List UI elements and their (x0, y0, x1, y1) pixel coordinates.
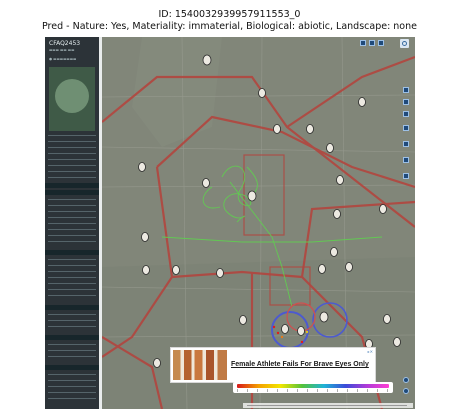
flight-callsign: CFAQ2453 (49, 40, 81, 47)
altitude-legend (233, 382, 393, 393)
aircraft-photo-placeholder (49, 67, 95, 131)
altitude-scale-ticks (237, 389, 389, 392)
map-tool-icon[interactable] (403, 87, 409, 93)
detail-row (48, 205, 96, 207)
detail-row (48, 259, 96, 261)
panel-section-header[interactable] (45, 190, 99, 195)
altitude-color-scale (237, 384, 389, 388)
flight-subtitle: ▬▬▬ ▬▬ ▬▬ (49, 48, 75, 52)
map-tool-icon[interactable] (403, 99, 409, 105)
ad-close-icon[interactable]: ▸✕ (368, 349, 373, 354)
search-icon[interactable] (400, 39, 409, 48)
detail-row (48, 314, 96, 316)
panel-section-header[interactable] (45, 335, 99, 340)
prediction-caption: Pred - Nature: Yes, Materiality: immater… (42, 21, 417, 32)
ad-headline[interactable]: Female Athlete Fails For Brave Eyes Only (231, 361, 369, 368)
detail-row (48, 141, 96, 143)
flight-map[interactable]: Female Athlete Fails For Brave Eyes Only… (102, 37, 415, 409)
panel-section-header[interactable] (45, 305, 99, 310)
advertisement-banner[interactable]: Female Athlete Fails For Brave Eyes Only… (170, 347, 376, 383)
flight-owner[interactable]: ● ▬▬▬▬▬▬▬ (49, 57, 76, 61)
zoom-out-icon[interactable] (403, 388, 409, 394)
detail-row (48, 380, 96, 382)
map-tool-icon[interactable] (403, 173, 409, 179)
detail-row (48, 135, 96, 137)
layers-icon[interactable] (360, 40, 366, 46)
panel-section-header[interactable] (45, 250, 99, 255)
panel-section-header[interactable] (45, 183, 99, 188)
photo-placeholder-shape (55, 79, 89, 113)
zoom-in-icon[interactable] (403, 377, 409, 383)
detail-row (48, 271, 96, 273)
detail-row (48, 326, 96, 328)
ad-thumbnail[interactable] (173, 350, 227, 380)
detail-row (48, 153, 96, 155)
detail-row (48, 217, 96, 219)
detail-row (48, 386, 96, 388)
image-id-caption: ID: 1540032939957911553_0 (158, 9, 301, 20)
detail-row (48, 165, 96, 167)
detail-row (48, 159, 96, 161)
detail-row (48, 344, 96, 346)
map-tool-icon[interactable] (403, 157, 409, 163)
detail-row (48, 177, 96, 179)
map-attribution (243, 403, 413, 408)
detail-row (48, 147, 96, 149)
detail-row (48, 223, 96, 225)
settings-icon[interactable] (378, 40, 384, 46)
detail-row (48, 350, 96, 352)
detail-row (48, 356, 96, 358)
detail-row (48, 171, 96, 173)
map-tool-icon[interactable] (403, 141, 409, 147)
flight-detail-panel: CFAQ2453 ▬▬▬ ▬▬ ▬▬ ● ▬▬▬▬▬▬▬ (45, 37, 99, 409)
detail-row (48, 295, 96, 297)
panel-section-header[interactable] (45, 365, 99, 370)
detail-row (48, 289, 96, 291)
detail-row (48, 320, 96, 322)
screenshot-frame: CFAQ2453 ▬▬▬ ▬▬ ▬▬ ● ▬▬▬▬▬▬▬ Female Athl… (45, 37, 415, 409)
detail-row (48, 374, 96, 376)
detail-row (48, 235, 96, 237)
detail-row (48, 199, 96, 201)
detail-row (48, 283, 96, 285)
detail-row (48, 398, 96, 400)
detail-row (48, 265, 96, 267)
detail-row (48, 211, 96, 213)
detail-row (48, 277, 96, 279)
detail-row (48, 241, 96, 243)
detail-row (48, 229, 96, 231)
detail-row (48, 392, 96, 394)
filter-icon[interactable] (369, 40, 375, 46)
map-tool-icon[interactable] (403, 111, 409, 117)
map-tool-icon[interactable] (403, 125, 409, 131)
